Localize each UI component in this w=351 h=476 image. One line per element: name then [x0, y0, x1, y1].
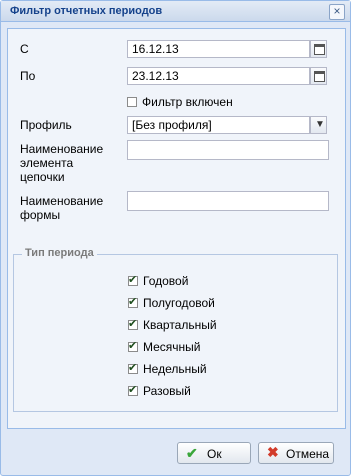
period-semiannual-checkbox[interactable]: [128, 295, 138, 308]
profile-value: [Без профиля]: [132, 118, 212, 132]
period-monthly-label: Месячный: [143, 340, 201, 354]
form-name-label-line1: Наименование: [20, 194, 104, 208]
chain-element-input[interactable]: [127, 140, 329, 160]
dialog-titlebar[interactable]: Фильтр отчетных периодов ×: [1, 1, 350, 22]
to-date-picker-button[interactable]: [310, 67, 327, 85]
period-semiannual-label: Полугодовой: [143, 296, 215, 310]
to-date-input[interactable]: [127, 67, 310, 85]
filter-dialog: Фильтр отчетных периодов × С По Фильтр в…: [0, 0, 351, 476]
profile-label: Профиль: [20, 118, 72, 132]
calendar-icon: [314, 44, 325, 55]
from-date-label: С: [20, 42, 29, 56]
period-monthly-checkbox[interactable]: [128, 339, 138, 352]
x-icon: ✖: [267, 444, 279, 460]
period-onetime-label: Разовый: [143, 384, 191, 398]
form-name-input[interactable]: [127, 191, 329, 211]
period-type-fieldset: Тип периода Годовой Полугодовой Кварталь…: [13, 247, 338, 412]
chain-element-label-line3: цепочки: [20, 170, 65, 184]
ok-button-label: Ок: [207, 447, 222, 461]
from-date-picker-button[interactable]: [310, 40, 327, 58]
chain-element-label-line1: Наименование: [20, 142, 104, 156]
dialog-body: С По Фильтр включен Профиль [Без профиля…: [7, 28, 346, 429]
period-onetime-checkbox[interactable]: [128, 383, 138, 396]
dialog-title: Фильтр отчетных периодов: [10, 5, 163, 17]
period-annual-checkbox[interactable]: [128, 273, 138, 286]
filter-enabled-checkbox[interactable]: [127, 97, 137, 107]
cancel-button[interactable]: ✖ Отмена: [258, 442, 334, 464]
profile-select[interactable]: [Без профиля]: [127, 116, 310, 134]
period-annual-label: Годовой: [143, 274, 189, 288]
period-weekly-label: Недельный: [143, 362, 207, 376]
calendar-icon: [314, 71, 325, 82]
profile-dropdown-button[interactable]: ▼: [310, 116, 327, 134]
close-button[interactable]: ×: [329, 4, 345, 20]
period-weekly-checkbox[interactable]: [128, 361, 138, 374]
period-type-legend: Тип периода: [22, 247, 97, 259]
chain-element-label-line2: элемента: [20, 156, 74, 170]
checkmark-icon: ✔: [186, 445, 198, 461]
filter-enabled-label: Фильтр включен: [142, 95, 233, 109]
period-quarterly-checkbox[interactable]: [128, 317, 138, 330]
to-date-label: По: [20, 69, 36, 83]
from-date-input[interactable]: [127, 40, 310, 58]
cancel-button-label: Отмена: [286, 447, 330, 461]
chevron-down-icon: ▼: [315, 119, 325, 130]
close-icon: ×: [333, 4, 341, 18]
period-quarterly-label: Квартальный: [143, 318, 217, 332]
form-name-label-line2: формы: [20, 208, 61, 222]
ok-button[interactable]: ✔ Ок: [177, 442, 251, 464]
